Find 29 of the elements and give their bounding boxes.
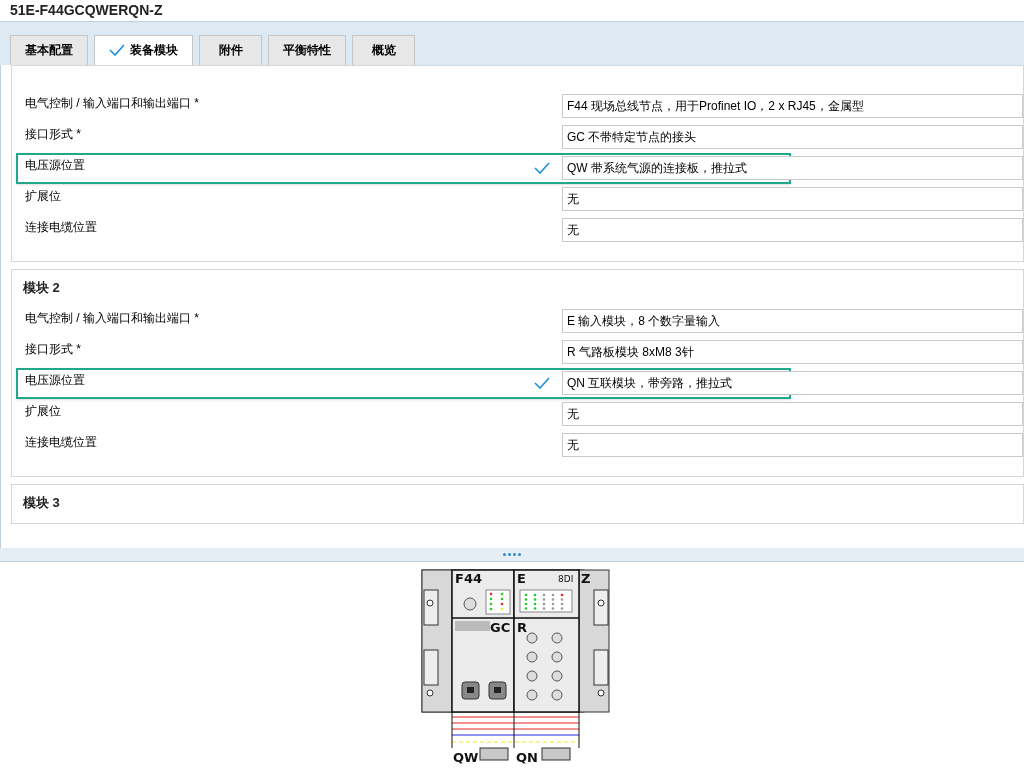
value-field[interactable]: 无 bbox=[562, 433, 1023, 458]
tab[interactable]: 附件 bbox=[199, 34, 262, 65]
field-label: 接口形式 * bbox=[25, 341, 81, 359]
tab[interactable]: 平衡特性 bbox=[268, 34, 346, 65]
field-label: 电压源位置 bbox=[25, 372, 85, 390]
tab[interactable]: 装备模块 bbox=[94, 34, 193, 65]
field-label: 连接电缆位置 bbox=[25, 434, 97, 452]
product-code: 51E-F44GCQWERQN-Z bbox=[10, 1, 163, 20]
field-label: 扩展位 bbox=[25, 187, 61, 205]
value-field[interactable]: QN 互联模块，带旁路，推拉式 bbox=[562, 371, 1023, 396]
field-label: 连接电缆位置 bbox=[25, 218, 97, 236]
field-label: 电气控制 / 输入端口和输出端口 * bbox=[25, 310, 199, 328]
value-field[interactable]: R 气路板模块 8xM8 3针 bbox=[562, 340, 1023, 365]
value-field[interactable]: QW 带系统气源的连接板，推拉式 bbox=[562, 155, 1023, 180]
module-heading: 模块 3 bbox=[23, 494, 61, 513]
tab[interactable]: 基本配置 bbox=[10, 34, 88, 65]
tab[interactable]: 概览 bbox=[352, 34, 415, 65]
field-label: 电压源位置 bbox=[25, 156, 85, 174]
value-field[interactable]: 无 bbox=[562, 217, 1023, 242]
value-field[interactable]: GC 不带特定节点的接头 bbox=[562, 124, 1023, 149]
value-field[interactable]: 无 bbox=[562, 402, 1023, 427]
splitter-handle[interactable] bbox=[503, 553, 521, 556]
value-field[interactable]: 无 bbox=[562, 186, 1023, 211]
value-field[interactable]: E 输入模块，8 个数字量输入 bbox=[562, 309, 1023, 334]
field-label: 扩展位 bbox=[25, 403, 61, 421]
module-heading: 模块 2 bbox=[23, 278, 61, 297]
value-field[interactable]: F44 现场总线节点，用于Profinet IO，2 x RJ45，金属型 bbox=[562, 93, 1023, 118]
field-label: 电气控制 / 输入端口和输出端口 * bbox=[25, 94, 199, 112]
field-label: 接口形式 * bbox=[25, 125, 81, 143]
